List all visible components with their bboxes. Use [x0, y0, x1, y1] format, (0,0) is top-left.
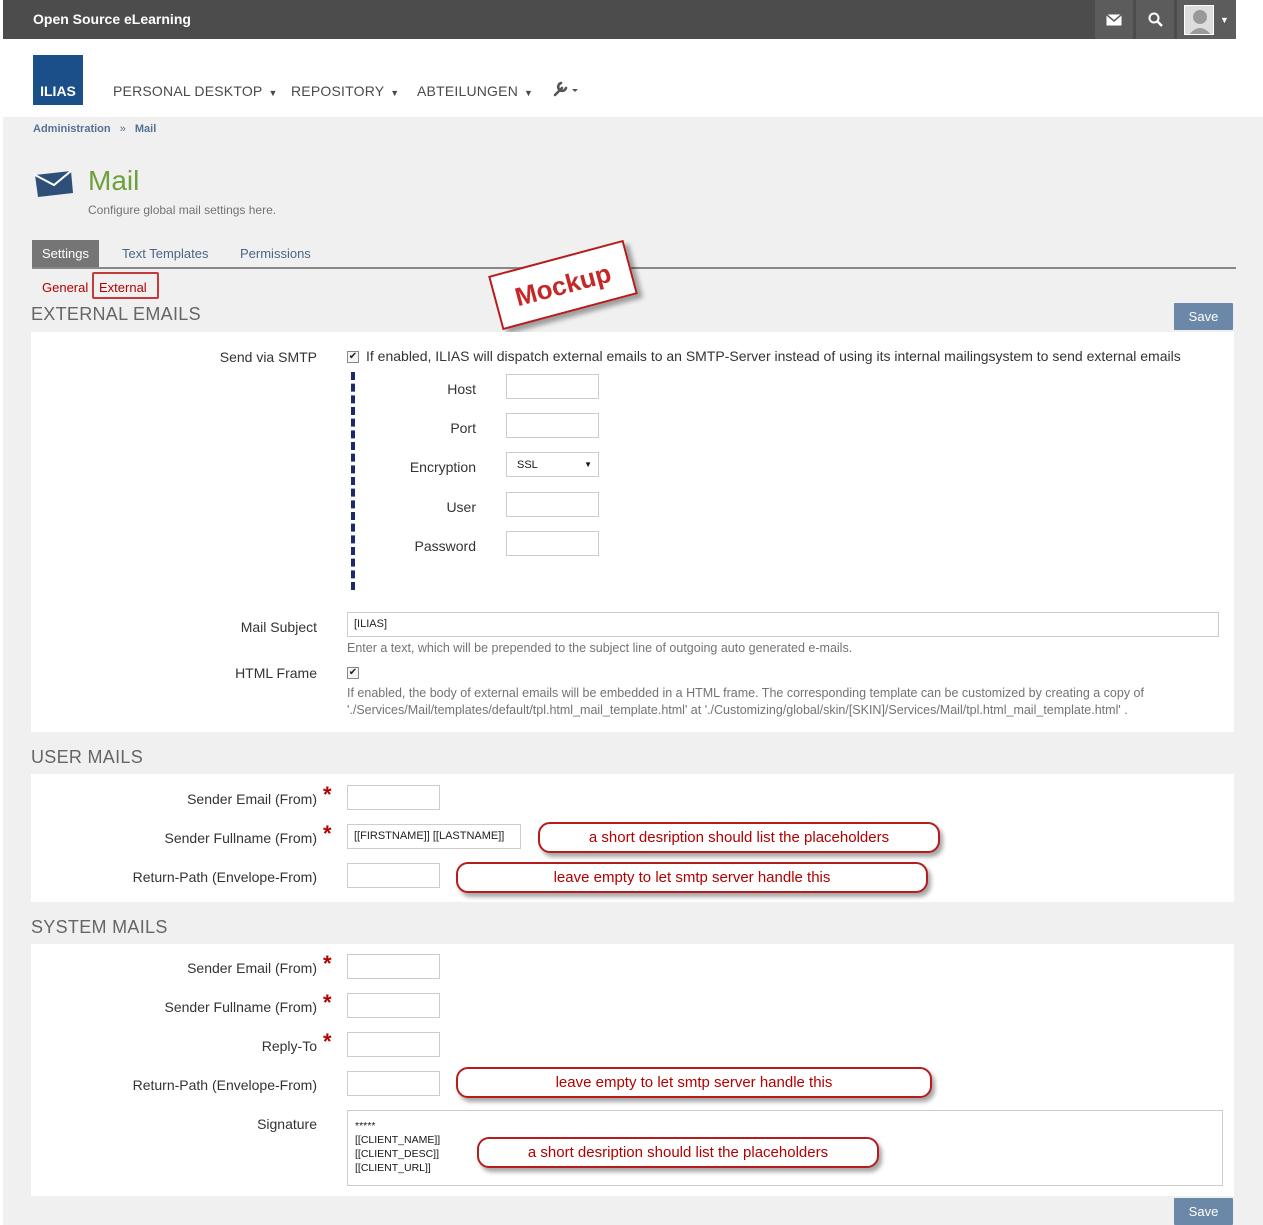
- html-frame-help-2: './Services/Mail/templates/default/tpl.h…: [347, 703, 1128, 717]
- smtp-description: If enabled, ILIAS will dispatch external…: [366, 348, 1181, 364]
- tab-permissions[interactable]: Permissions: [230, 240, 321, 267]
- user-return-path-label: Return-Path (Envelope-From): [132, 869, 317, 885]
- user-input[interactable]: [506, 492, 599, 517]
- mail-subject-input[interactable]: [ILIAS]: [347, 612, 1219, 637]
- sys-sender-fullname-label: Sender Fullname (From): [164, 999, 318, 1015]
- main-header: ILIAS PERSONAL DESKTOP ▼ REPOSITORY ▼ ABTE…: [3, 39, 1236, 117]
- html-frame-label: HTML Frame: [235, 665, 317, 681]
- page-description: Configure global mail settings here.: [88, 203, 277, 217]
- search-icon[interactable]: [1136, 0, 1174, 39]
- save-button-bottom[interactable]: Save: [1174, 1198, 1233, 1225]
- callout-return-path-user: leave empty to let smtp server handle th…: [456, 862, 928, 893]
- required-marker: *: [323, 1029, 332, 1054]
- html-frame-help-1: If enabled, the body of external emails …: [347, 686, 1144, 700]
- caret-down-icon: ▼: [390, 88, 400, 98]
- breadcrumb-administration[interactable]: Administration: [33, 123, 111, 135]
- mail-subject-label: Mail Subject: [240, 619, 317, 635]
- smtp-label: Send via SMTP: [219, 349, 317, 365]
- nav-abteilungen[interactable]: ABTEILUNGEN ▼: [417, 83, 533, 99]
- breadcrumb-mail[interactable]: Mail: [135, 123, 156, 135]
- nav-repository[interactable]: REPOSITORY ▼: [291, 83, 399, 99]
- user-sender-email-label: Sender Email (From): [187, 791, 317, 807]
- sys-reply-to-input[interactable]: [347, 1032, 440, 1057]
- section-system-mails: SYSTEM MAILS: [31, 917, 168, 937]
- nav-label: REPOSITORY: [291, 83, 385, 99]
- callout-placeholders-user: a short desription should list the place…: [538, 822, 940, 853]
- breadcrumb-separator: »: [119, 123, 126, 135]
- encryption-value: SSL: [517, 458, 538, 471]
- smtp-group-indicator: [351, 372, 355, 590]
- user-sender-fullname-input[interactable]: [[FIRSTNAME]] [[LASTNAME]]: [347, 824, 521, 849]
- host-input[interactable]: [506, 374, 599, 399]
- caret-down-icon: ▼: [524, 88, 534, 98]
- sys-sender-email-label: Sender Email (From): [187, 960, 317, 976]
- port-input[interactable]: [506, 413, 599, 438]
- tab-bar: Settings Text Templates Permissions: [32, 240, 1236, 269]
- sys-sender-fullname-input[interactable]: [347, 993, 440, 1018]
- required-marker: *: [323, 782, 332, 807]
- html-frame-checkbox[interactable]: ✔: [347, 667, 359, 679]
- encryption-select[interactable]: SSL ▼: [506, 452, 599, 477]
- user-sender-fullname-label: Sender Fullname (From): [164, 830, 318, 846]
- brand-title: Open Source eLearning: [33, 11, 191, 27]
- tab-text-templates[interactable]: Text Templates: [112, 240, 218, 267]
- signature-line: *****: [355, 1120, 376, 1132]
- top-bar: Open Source eLearning ▼: [3, 0, 1236, 39]
- smtp-checkbox[interactable]: ✔: [347, 351, 359, 363]
- encryption-label: Encryption: [409, 459, 476, 475]
- callout-placeholders-system: a short desription should list the place…: [477, 1137, 879, 1168]
- user-return-path-input[interactable]: [347, 863, 440, 888]
- section-external-emails: EXTERNAL EMAILS: [31, 304, 201, 324]
- breadcrumb: Administration » Mail: [33, 123, 156, 135]
- mockup-stamp-text: Mockup: [511, 257, 615, 312]
- password-label: Password: [414, 538, 476, 554]
- required-marker: *: [323, 990, 332, 1015]
- sys-sender-email-input[interactable]: [347, 954, 440, 979]
- tab-settings[interactable]: Settings: [32, 240, 99, 267]
- subtab-general[interactable]: General: [42, 280, 88, 295]
- page-title: Mail: [88, 165, 140, 196]
- nav-personal-desktop[interactable]: PERSONAL DESKTOP ▼: [113, 83, 278, 99]
- dropdown-arrow-icon: ▼: [584, 460, 592, 469]
- section-user-mails: USER MAILS: [31, 747, 144, 767]
- chevron-down-icon: ▼: [1220, 14, 1229, 25]
- sys-return-path-label: Return-Path (Envelope-From): [132, 1077, 317, 1093]
- wrench-icon[interactable]: [553, 81, 579, 100]
- user-label: User: [446, 499, 476, 515]
- sys-reply-to-label: Reply-To: [261, 1038, 317, 1054]
- envelope-icon: [33, 167, 75, 204]
- ilias-logo[interactable]: ILIAS: [33, 55, 83, 105]
- user-sender-email-input[interactable]: [347, 785, 440, 810]
- callout-return-path-system: leave empty to let smtp server handle th…: [456, 1067, 932, 1098]
- nav-label: ABTEILUNGEN: [417, 83, 518, 99]
- mail-icon[interactable]: [1095, 0, 1133, 39]
- mail-subject-help: Enter a text, which will be prepended to…: [347, 641, 853, 655]
- content-area: Administration » Mail Mail Configure glo…: [3, 117, 1263, 1225]
- user-menu-button[interactable]: ▼: [1177, 0, 1236, 39]
- save-button-top[interactable]: Save: [1174, 303, 1233, 330]
- password-input[interactable]: [506, 531, 599, 556]
- panel-external-emails: Send via SMTP ✔ If enabled, ILIAS will d…: [31, 332, 1234, 732]
- sys-return-path-input[interactable]: [347, 1071, 440, 1096]
- caret-down-icon: ▼: [268, 88, 278, 98]
- required-marker: *: [323, 951, 332, 976]
- required-marker: *: [323, 821, 332, 846]
- port-label: Port: [450, 420, 476, 436]
- subtab-external[interactable]: External: [99, 280, 147, 295]
- avatar: [1184, 4, 1215, 35]
- host-label: Host: [447, 381, 476, 397]
- nav-label: PERSONAL DESKTOP: [113, 83, 263, 99]
- signature-label: Signature: [257, 1116, 317, 1132]
